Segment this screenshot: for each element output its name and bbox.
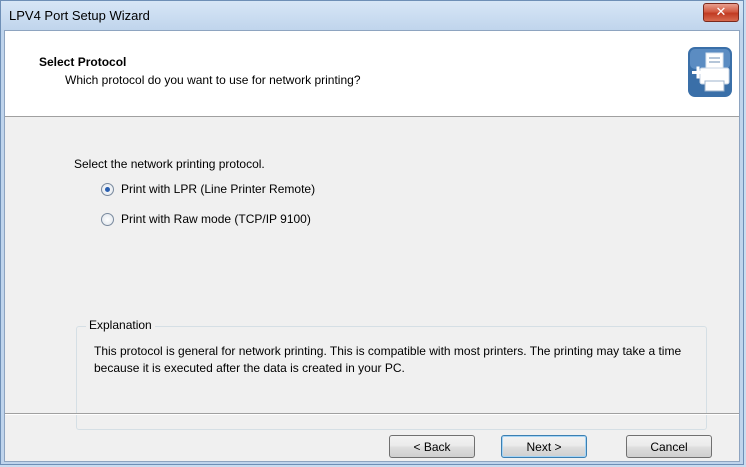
footer-divider xyxy=(5,413,739,415)
page-title: Select Protocol xyxy=(39,55,127,69)
printer-add-icon xyxy=(688,47,732,97)
close-button[interactable]: ✕ xyxy=(703,3,739,22)
title-bar[interactable]: LPV4 Port Setup Wizard ✕ xyxy=(1,1,743,30)
window-title: LPV4 Port Setup Wizard xyxy=(9,8,150,23)
explanation-text: This protocol is general for network pri… xyxy=(94,344,682,375)
cancel-button[interactable]: Cancel xyxy=(626,435,712,458)
back-button[interactable]: < Back xyxy=(389,435,475,458)
radio-raw-button[interactable] xyxy=(101,212,114,226)
radio-lpr-label[interactable]: Print with LPR (Line Printer Remote) xyxy=(121,182,315,196)
page-subtitle: Which protocol do you want to use for ne… xyxy=(65,73,361,87)
radio-lpr-button[interactable] xyxy=(101,182,114,196)
explanation-label: Explanation xyxy=(86,318,155,332)
wizard-window: LPV4 Port Setup Wizard ✕ Select Protocol… xyxy=(0,0,744,465)
next-button[interactable]: Next > xyxy=(501,435,587,458)
radio-lpr[interactable]: Print with LPR (Line Printer Remote) xyxy=(101,182,315,196)
radio-raw[interactable]: Print with Raw mode (TCP/IP 9100) xyxy=(101,212,311,226)
radio-raw-label[interactable]: Print with Raw mode (TCP/IP 9100) xyxy=(121,212,311,226)
wizard-content: Select Protocol Which protocol do you wa… xyxy=(4,30,740,462)
close-icon: ✕ xyxy=(715,4,727,19)
wizard-header: Select Protocol Which protocol do you wa… xyxy=(5,31,739,117)
instruction-text: Select the network printing protocol. xyxy=(74,157,265,171)
